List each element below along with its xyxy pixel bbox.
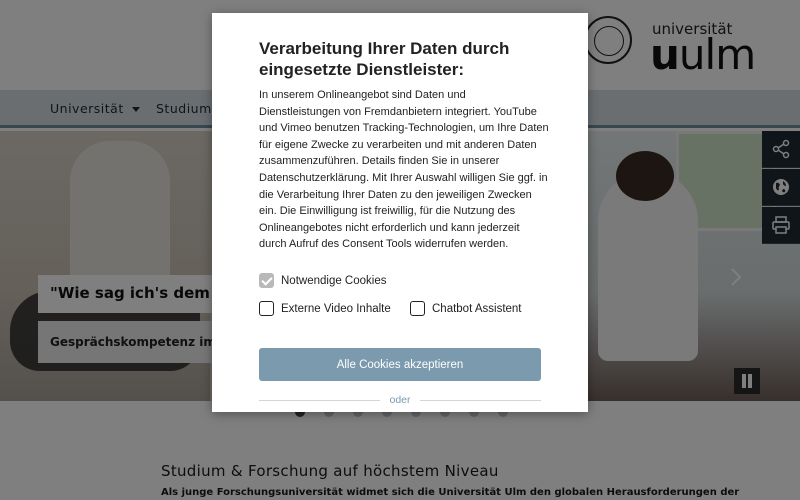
necessary-cookies-checkbox — [259, 273, 274, 288]
accept-all-button[interactable]: Alle Cookies akzeptieren — [259, 348, 541, 381]
chatbot-checkbox[interactable] — [410, 301, 425, 316]
consent-body: In unserem Onlineangebot sind Daten und … — [259, 89, 549, 251]
consent-dialog: Verarbeitung Ihrer Daten durch eingesetz… — [212, 13, 588, 412]
consent-title: Verarbeitung Ihrer Daten durch eingesetz… — [259, 39, 510, 79]
external-video-checkbox[interactable] — [259, 301, 274, 316]
option-label: Chatbot Assistent — [432, 302, 522, 315]
option-label: Notwendige Cookies — [281, 274, 387, 287]
or-separator: oder — [380, 394, 420, 406]
option-chatbot[interactable]: Chatbot Assistent — [410, 301, 522, 316]
option-necessary-cookies: Notwendige Cookies — [259, 273, 386, 288]
option-label: Externe Video Inhalte — [281, 302, 391, 315]
option-external-video[interactable]: Externe Video Inhalte — [259, 301, 391, 316]
